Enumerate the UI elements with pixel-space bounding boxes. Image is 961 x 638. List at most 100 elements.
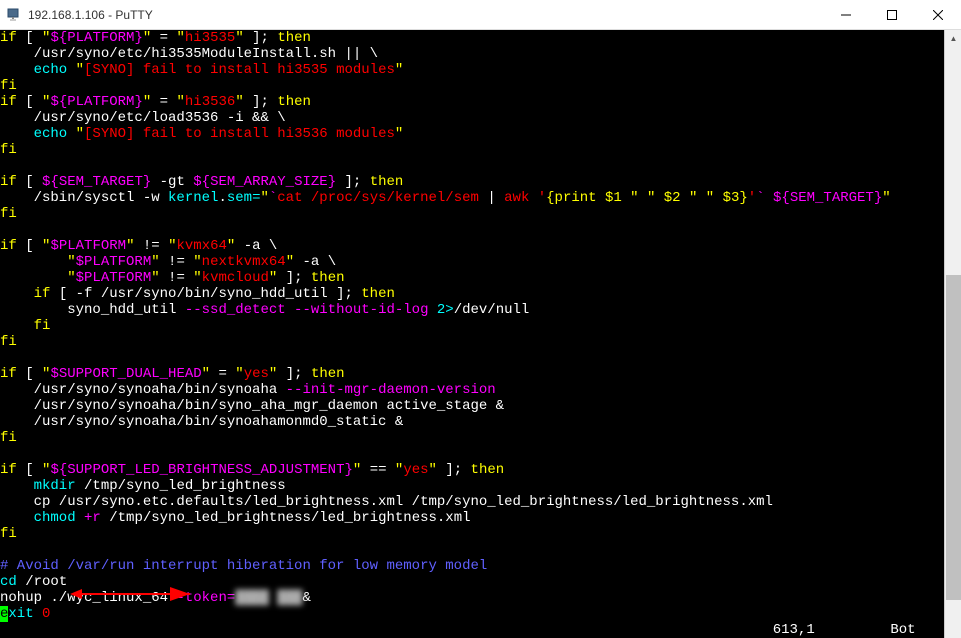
code-token: [ (17, 366, 42, 382)
code-token: ]; (244, 30, 278, 46)
minimize-button[interactable] (823, 0, 869, 30)
code-token: [ (17, 462, 42, 478)
code-token: --init-mgr-daemon-version (286, 382, 496, 398)
code-token: /tmp/syno_led_brightness/led_brightness.… (101, 510, 471, 526)
code-token: chmod (0, 510, 76, 526)
code-token: [ -f /usr/syno/bin/syno_hdd_util ]; (50, 286, 361, 302)
scrollbar[interactable]: ▲ (944, 30, 961, 638)
code-token: /usr/syno/synoaha/bin/syno_aha_mgr_daemo… (0, 398, 504, 414)
code-token: != (160, 254, 194, 270)
code-token: if (0, 286, 50, 302)
code-token: if (0, 462, 17, 478)
code-token: = (151, 94, 176, 110)
code-token: nextkvmx64 (202, 254, 286, 270)
code-token: kvmx64 (176, 238, 226, 254)
code-token: " (235, 94, 243, 110)
code-token: echo (0, 126, 67, 142)
code-token: mkdir (0, 478, 76, 494)
code-token: " (286, 254, 294, 270)
code-token: ${SEM_ARRAY_SIZE} (193, 174, 336, 190)
titlebar[interactable]: 192.168.1.106 - PuTTY (0, 0, 961, 30)
code-token: /dev/null (454, 302, 530, 318)
code-token: if (0, 94, 17, 110)
code-token: " (395, 126, 403, 142)
code-token: fi (0, 142, 17, 158)
code-token: " (176, 30, 184, 46)
code-token: ${SEM_TARGET} (42, 174, 151, 190)
code-token: then (277, 94, 311, 110)
code-token: fi (0, 526, 17, 542)
code-token (0, 270, 67, 286)
code-token: /root (17, 574, 67, 590)
code-token: then (277, 30, 311, 46)
code-token: [SYNO] fail to install hi3535 modules (84, 62, 395, 78)
putty-icon (6, 7, 22, 23)
code-token: [ (17, 94, 42, 110)
code-token: fi (0, 78, 17, 94)
code-token: --ssd_detect --without-id-log (185, 302, 429, 318)
code-token: then (471, 462, 505, 478)
code-token: -gt (151, 174, 193, 190)
code-token: " (193, 254, 201, 270)
code-token: " (235, 30, 243, 46)
window-controls (823, 0, 961, 30)
code-token: hi3535 (185, 30, 235, 46)
window-title: 192.168.1.106 - PuTTY (28, 8, 823, 22)
code-token: ` (756, 190, 764, 206)
code-token: cat /proc/sys/kernel/sem (277, 190, 487, 206)
code-token: " (67, 270, 75, 286)
code-token: then (311, 366, 345, 382)
code-token: " (76, 62, 84, 78)
code-token: echo (0, 62, 67, 78)
code-token: if (0, 30, 17, 46)
code-token: " (193, 270, 201, 286)
code-token: " (143, 30, 151, 46)
cursor-position: 613,1 (773, 622, 815, 638)
code-token: xit (8, 606, 33, 622)
scroll-up-arrow[interactable]: ▲ (945, 30, 961, 47)
code-token: kernel (168, 190, 218, 206)
code-token: " (67, 254, 75, 270)
code-token: -a \ (235, 238, 277, 254)
code-token (428, 302, 436, 318)
code-token: $SUPPORT_DUAL_HEAD (50, 366, 201, 382)
code-token: kvmcloud (202, 270, 269, 286)
code-token: cp /usr/syno.etc.defaults/led_brightness… (0, 494, 773, 510)
code-token: | (487, 190, 495, 206)
code-token: ${SUPPORT_LED_BRIGHTNESS_ADJUSTMENT} (50, 462, 352, 478)
code-token: -a \ (294, 254, 336, 270)
code-token: [SYNO] fail to install hi3536 modules (84, 126, 395, 142)
scroll-thumb[interactable] (946, 275, 961, 600)
code-token: = (210, 366, 235, 382)
code-token: then (361, 286, 395, 302)
code-token: . (218, 190, 226, 206)
code-token (34, 606, 42, 622)
code-token: if (0, 238, 17, 254)
terminal-area: if [ "${PLATFORM}" = "hi3535" ]; then /u… (0, 30, 961, 638)
code-token: 0 (42, 606, 50, 622)
code-token: " (151, 254, 159, 270)
code-token: then (311, 270, 345, 286)
code-token: if (0, 174, 17, 190)
code-token: $PLATFORM (76, 270, 152, 286)
code-token: syno_hdd_util (0, 302, 185, 318)
position-indicator: Bot (890, 622, 915, 638)
code-token: awk ' (496, 190, 546, 206)
code-token: $PLATFORM (50, 238, 126, 254)
close-button[interactable] (915, 0, 961, 30)
code-token: +r (84, 510, 101, 526)
code-token: ]; (336, 174, 370, 190)
code-token: ' (748, 190, 756, 206)
code-token: then (370, 174, 404, 190)
code-token: ]; (244, 94, 278, 110)
code-token (0, 254, 67, 270)
code-token: ]; (277, 366, 311, 382)
code-token: /usr/syno/synoaha/bin/synoaha (0, 382, 286, 398)
maximize-button[interactable] (869, 0, 915, 30)
code-token: ${PLATFORM} (50, 94, 142, 110)
code-token: " (76, 126, 84, 142)
code-token: $PLATFORM (76, 254, 152, 270)
code-token: # Avoid /var/run interrupt hiberation fo… (0, 558, 487, 574)
terminal-content[interactable]: if [ "${PLATFORM}" = "hi3535" ]; then /u… (0, 30, 944, 638)
code-token: /tmp/syno_led_brightness (76, 478, 286, 494)
